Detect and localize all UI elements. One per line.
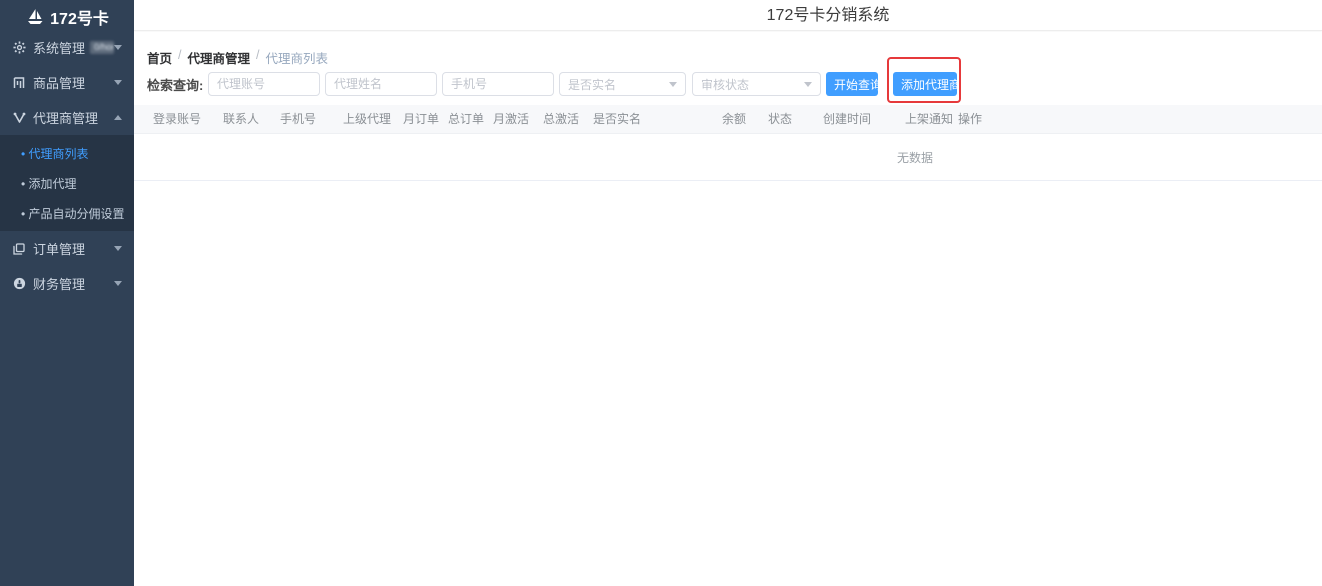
column-header: 手机号: [280, 112, 317, 126]
breadcrumb-agent-management[interactable]: 代理商管理: [188, 48, 251, 67]
sidebar-item-label: 代理商管理: [33, 111, 99, 126]
column-header: 联系人: [223, 112, 260, 126]
column-header: 总订单: [448, 112, 485, 126]
sidebar-item-label: 商品管理: [33, 76, 86, 91]
column-header: 是否实名: [593, 112, 642, 126]
column-header: 状态: [768, 112, 793, 126]
breadcrumb: 首页 / 代理商管理 / 代理商列表: [147, 48, 328, 67]
column-header: 上架通知: [905, 112, 954, 126]
submenu-item-label: 产品自动分佣设置: [21, 205, 125, 222]
column-header: 登录账号: [153, 112, 202, 126]
gear-icon: [12, 41, 26, 55]
chevron-down-icon: [114, 281, 122, 286]
sidebar-item-system[interactable]: 系统管理 0/home: [0, 30, 134, 65]
column-header: 上级代理: [343, 112, 392, 126]
agent-icon: [12, 111, 26, 125]
chevron-down-icon: [114, 246, 122, 251]
goods-icon: [12, 76, 26, 90]
search-filter-bar: 检索查询: 是否实名 审核状态 开始查询 添加代理商: [147, 57, 961, 103]
app-logo: 172号卡: [0, 0, 134, 30]
sidebar-subitem-agent-list[interactable]: 代理商列表: [0, 138, 134, 168]
table-bottom-divider: [134, 180, 1322, 181]
sidebar-subitem-add-agent[interactable]: 添加代理: [0, 168, 134, 198]
sidebar-item-orders[interactable]: 订单管理: [0, 231, 134, 266]
chevron-down-icon: [804, 81, 812, 87]
window: 172号卡 系统管理 0/home: [0, 0, 1322, 586]
audit-select-value: 审核状态: [701, 77, 750, 92]
sidebar-item-label: 系统管理: [33, 41, 86, 56]
finance-icon: [12, 277, 26, 291]
breadcrumb-home[interactable]: 首页: [147, 48, 172, 67]
sidebar: 172号卡 系统管理 0/home: [0, 0, 134, 586]
submenu-item-label: 添加代理: [21, 175, 77, 192]
agent-account-input[interactable]: [208, 72, 320, 96]
empty-state-text: 无数据: [897, 151, 934, 165]
submenu-item-label: 代理商列表: [21, 145, 89, 162]
sidebar-item-label: 财务管理: [33, 277, 86, 292]
breadcrumb-separator: /: [256, 48, 260, 62]
sidebar-item-agents[interactable]: 代理商管理: [0, 100, 134, 135]
column-header: 月订单: [403, 112, 440, 126]
main-content: 首页 / 代理商管理 / 代理商列表 检索查询: 是否实名 审核状态 开始查询 …: [134, 32, 1322, 586]
chevron-down-icon: [114, 80, 122, 85]
orders-icon: [12, 242, 26, 256]
sailboat-logo-icon: [25, 7, 45, 27]
add-agent-button[interactable]: 添加代理商: [893, 72, 961, 96]
agents-submenu: 代理商列表 添加代理 产品自动分佣设置: [0, 135, 134, 231]
top-header: 172号卡分销系统: [134, 0, 1322, 31]
sidebar-item-finance[interactable]: 财务管理: [0, 266, 134, 301]
chevron-up-icon: [114, 115, 122, 120]
column-header: 月激活: [493, 112, 530, 126]
breadcrumb-separator: /: [178, 48, 182, 62]
audit-status-select[interactable]: 审核状态: [692, 72, 821, 96]
table-header-row: 登录账号 联系人 手机号 上级代理 月订单 总订单 月激活 总激活 是否实名 余…: [134, 105, 1322, 134]
realname-select[interactable]: 是否实名: [559, 72, 686, 96]
sidebar-item-products[interactable]: 商品管理: [0, 65, 134, 100]
column-header: 总激活: [543, 112, 580, 126]
filter-label: 检索查询:: [147, 77, 204, 93]
blurred-badge: 0/home: [90, 41, 114, 54]
app-logo-text: 172号卡: [50, 10, 109, 28]
sidebar-subitem-auto-commission[interactable]: 产品自动分佣设置: [0, 198, 134, 228]
breadcrumb-agent-list: 代理商列表: [265, 52, 329, 66]
column-header: 创建时间: [823, 112, 872, 126]
start-query-button[interactable]: 开始查询: [826, 72, 882, 96]
column-header: 操作: [958, 112, 983, 126]
sidebar-item-label: 订单管理: [33, 242, 86, 257]
chevron-down-icon: [669, 81, 677, 87]
agent-name-input[interactable]: [325, 72, 437, 96]
realname-select-value: 是否实名: [568, 77, 617, 92]
phone-input[interactable]: [442, 72, 554, 96]
page-title: 172号卡分销系统: [766, 7, 890, 24]
add-agent-button-wrapper: 添加代理商: [887, 57, 961, 103]
chevron-down-icon: [114, 45, 122, 50]
column-header: 余额: [722, 112, 747, 126]
